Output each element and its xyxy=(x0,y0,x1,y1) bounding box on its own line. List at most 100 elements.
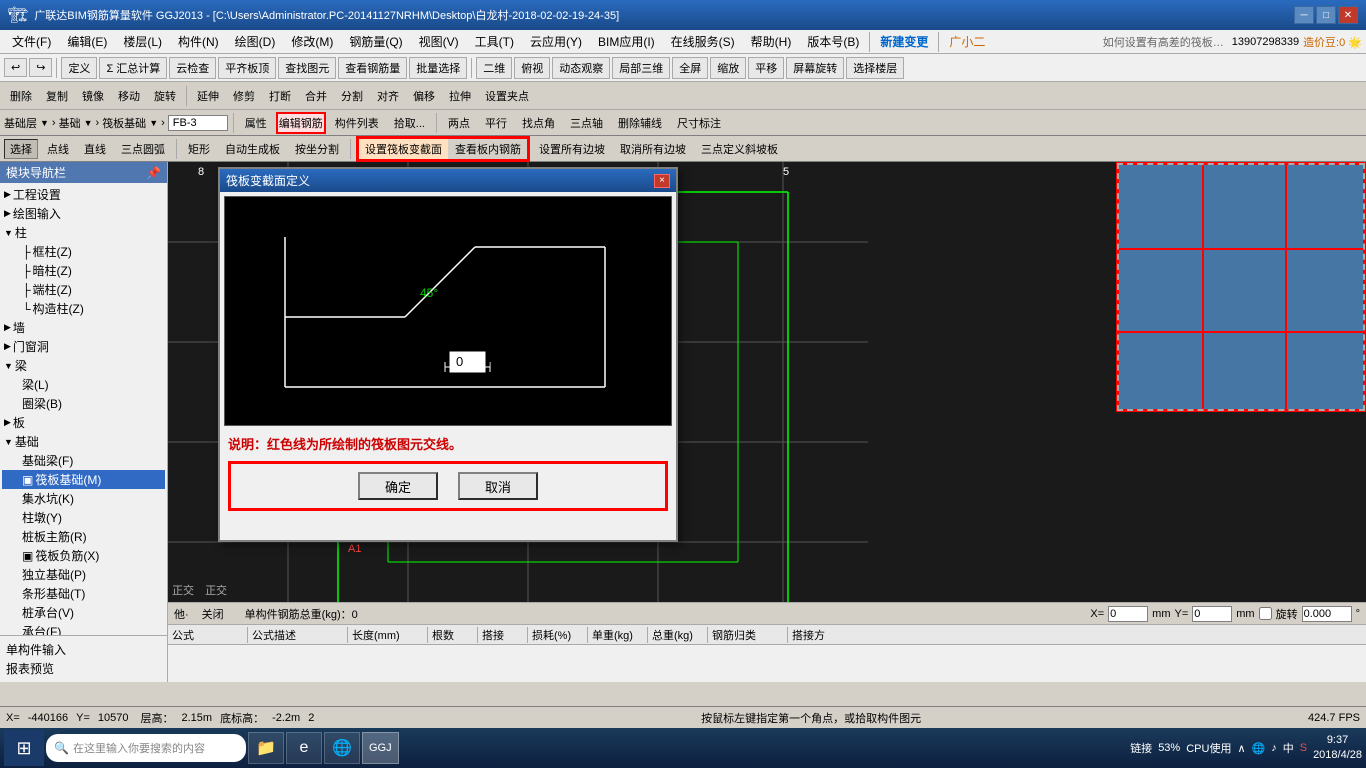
pan-button[interactable]: 平移 xyxy=(748,57,784,79)
tray-icon-arrow[interactable]: ∧ xyxy=(1237,742,1245,755)
top-view-button[interactable]: 俯视 xyxy=(514,57,550,79)
cad-canvas[interactable]: 8 1 2 3 4 5 xyxy=(168,162,1366,602)
mirror-button[interactable]: 镜像 xyxy=(76,86,110,106)
menu-draw[interactable]: 绘图(D) xyxy=(227,31,284,52)
align-button[interactable]: 对齐 xyxy=(371,86,405,106)
close-button[interactable]: ✕ xyxy=(1338,6,1358,24)
menu-version[interactable]: 版本号(B) xyxy=(799,31,867,52)
zoom-button[interactable]: 缩放 xyxy=(710,57,746,79)
arc-tool[interactable]: 三点圆弧 xyxy=(115,139,171,159)
align-top-button[interactable]: 平齐板顶 xyxy=(218,57,276,79)
menu-file[interactable]: 文件(F) xyxy=(4,31,59,52)
panel-close-button[interactable]: 关闭 xyxy=(197,604,229,624)
rect-tool[interactable]: 矩形 xyxy=(182,139,216,159)
nav-foundation[interactable]: ▼ 基础 xyxy=(2,432,165,451)
nav-dark-col[interactable]: ├ 暗柱(Z) xyxy=(2,261,165,280)
nav-strip-found[interactable]: 条形基础(T) xyxy=(2,584,165,603)
define-slope-slab-button[interactable]: 三点定义斜坡板 xyxy=(695,139,784,159)
offset-button[interactable]: 偏移 xyxy=(407,86,441,106)
props-button[interactable]: 属性 xyxy=(239,113,273,133)
taskbar-app-ie[interactable]: 🌐 xyxy=(324,732,360,764)
taskbar-app-ggj[interactable]: GGJ xyxy=(362,732,399,764)
x-input[interactable] xyxy=(1108,606,1148,622)
menu-help[interactable]: 帮助(H) xyxy=(743,31,800,52)
break-button[interactable]: 打断 xyxy=(263,86,297,106)
edit-rebar-button[interactable]: 编辑钢筋 xyxy=(276,112,326,134)
dialog-close-button[interactable]: × xyxy=(654,174,670,188)
menu-bim[interactable]: BIM应用(I) xyxy=(590,31,663,52)
nav-wall[interactable]: ▶ 墙 xyxy=(2,318,165,337)
redo-button[interactable]: ↪ xyxy=(29,58,52,77)
nav-found-beam[interactable]: 基础梁(F) xyxy=(2,451,165,470)
split-button[interactable]: 分割 xyxy=(335,86,369,106)
dim-button[interactable]: 尺寸标注 xyxy=(671,113,727,133)
nav-beam-l[interactable]: 梁(L) xyxy=(2,375,165,394)
angle-point-button[interactable]: 找点角 xyxy=(516,113,561,133)
merge-button[interactable]: 合并 xyxy=(299,86,333,106)
select-floor-button[interactable]: 选择楼层 xyxy=(846,57,904,79)
select-tool[interactable]: 选择 xyxy=(4,139,38,159)
copy-button[interactable]: 复制 xyxy=(40,86,74,106)
nav-slab[interactable]: ▶ 板 xyxy=(2,413,165,432)
dialog-ok-button[interactable]: 确定 xyxy=(358,472,438,500)
menu-floor[interactable]: 楼层(L) xyxy=(115,31,170,52)
point-line-tool[interactable]: 点线 xyxy=(41,139,75,159)
cancel-all-slope-button[interactable]: 取消所有边坡 xyxy=(614,139,692,159)
clock[interactable]: 9:37 2018/4/28 xyxy=(1313,733,1362,764)
line-tool[interactable]: 直线 xyxy=(78,139,112,159)
three-point-axis-button[interactable]: 三点轴 xyxy=(564,113,609,133)
2d-button[interactable]: 二维 xyxy=(476,57,512,79)
delete-button[interactable]: 删除 xyxy=(4,86,38,106)
dynamic-view-button[interactable]: 动态观察 xyxy=(552,57,610,79)
nav-report[interactable]: 报表预览 xyxy=(4,659,163,678)
set-all-slope-button[interactable]: 设置所有边坡 xyxy=(533,139,611,159)
minimize-button[interactable]: ─ xyxy=(1294,6,1314,24)
set-grips-button[interactable]: 设置夹点 xyxy=(479,86,535,106)
move-button[interactable]: 移动 xyxy=(112,86,146,106)
view-slab-rebar-button[interactable]: 查看板内钢筋 xyxy=(449,139,527,159)
menu-new-change[interactable]: 新建变更 xyxy=(872,31,936,52)
parallel-button[interactable]: 平行 xyxy=(479,113,513,133)
search-bar[interactable]: 🔍 在这里输入你要搜索的内容 xyxy=(46,734,246,762)
nav-sump[interactable]: 集水坑(K) xyxy=(2,489,165,508)
nav-struct-col[interactable]: └ 构造柱(Z) xyxy=(2,299,165,318)
auto-slab-tool[interactable]: 自动生成板 xyxy=(219,139,286,159)
nav-pile-cap2[interactable]: 桩承台(V) xyxy=(2,603,165,622)
delete-aux-button[interactable]: 删除辅线 xyxy=(612,113,668,133)
menu-guangxiao[interactable]: 广小二 xyxy=(941,31,993,52)
nav-cap[interactable]: 承台(F) xyxy=(2,622,165,635)
table-body[interactable] xyxy=(168,645,1366,682)
stretch-button[interactable]: 拉伸 xyxy=(443,86,477,106)
dialog-cancel-button[interactable]: 取消 xyxy=(458,472,538,500)
screen-rotate-button[interactable]: 屏幕旋转 xyxy=(786,57,844,79)
menu-online[interactable]: 在线服务(S) xyxy=(663,31,743,52)
calculate-button[interactable]: Σ 汇总计算 xyxy=(99,57,167,79)
menu-edit[interactable]: 编辑(E) xyxy=(59,31,115,52)
nav-pile-main[interactable]: 桩板主筋(R) xyxy=(2,527,165,546)
view-rebar-button[interactable]: 查看钢筋量 xyxy=(338,57,407,79)
menu-view[interactable]: 视图(V) xyxy=(411,31,467,52)
start-button[interactable]: ⊞ xyxy=(4,730,44,766)
menu-tools[interactable]: 工具(T) xyxy=(467,31,522,52)
menu-modify[interactable]: 修改(M) xyxy=(283,31,341,52)
pick-button[interactable]: 拾取... xyxy=(388,113,431,133)
nav-indep-found[interactable]: 独立基础(P) xyxy=(2,565,165,584)
set-slab-section-button[interactable]: 设置筏板变截面 xyxy=(359,139,448,159)
nav-window[interactable]: ▶ 门窗洞 xyxy=(2,337,165,356)
nav-drawing-input[interactable]: ▶ 绘图输入 xyxy=(2,204,165,223)
nav-raft-found[interactable]: ▣ 筏板基础(M) xyxy=(2,470,165,489)
nav-single-input[interactable]: 单构件输入 xyxy=(4,640,163,659)
y-input[interactable] xyxy=(1192,606,1232,622)
rotate-checkbox[interactable] xyxy=(1259,607,1272,620)
trim-button[interactable]: 修剪 xyxy=(227,86,261,106)
nav-frame-col[interactable]: ├ 框柱(Z) xyxy=(2,242,165,261)
nav-pile-cap[interactable]: 柱墩(Y) xyxy=(2,508,165,527)
nav-ring-beam[interactable]: 圈梁(B) xyxy=(2,394,165,413)
nav-beam[interactable]: ▼ 梁 xyxy=(2,356,165,375)
nav-project-settings[interactable]: ▶ 工程设置 xyxy=(2,185,165,204)
fullscreen-button[interactable]: 全屏 xyxy=(672,57,708,79)
cloud-check-button[interactable]: 云检查 xyxy=(169,57,216,79)
taskbar-app-explorer[interactable]: 📁 xyxy=(248,732,284,764)
undo-button[interactable]: ↩ xyxy=(4,58,27,77)
split-by-coord-tool[interactable]: 按坐分割 xyxy=(289,139,345,159)
